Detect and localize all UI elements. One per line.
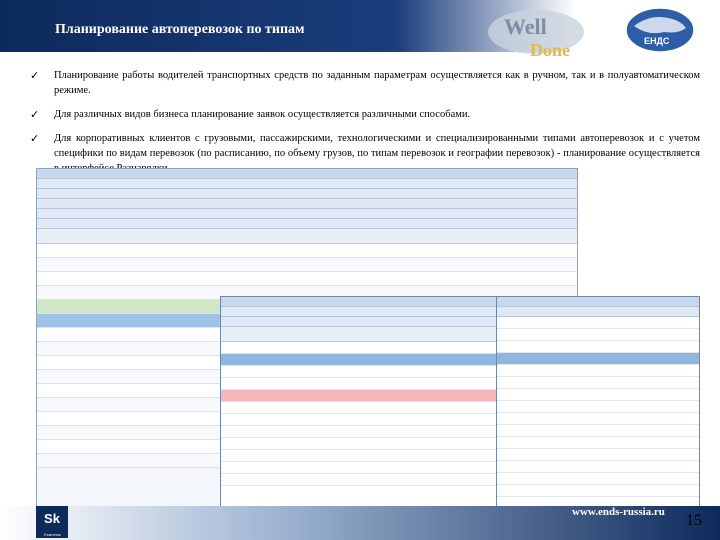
website-url: www.ends-russia.ru [572, 506, 665, 518]
transport-tree-screenshot [496, 296, 700, 514]
slide-header: Планирование автоперевозок по типам [0, 0, 720, 52]
grid-header [221, 327, 521, 342]
tree-row [497, 401, 699, 413]
tree-row [497, 461, 699, 473]
bullet-item: ✓ Для различных видов бизнеса планирован… [30, 107, 700, 122]
toolbar [497, 307, 699, 317]
slide-title: Планирование автоперевозок по типам [55, 22, 305, 37]
tree-row [497, 425, 699, 437]
svg-text:Done: Done [530, 40, 570, 60]
tab-row [37, 209, 577, 219]
ends-logo: ЕНДС [625, 7, 695, 53]
check-icon: ✓ [30, 69, 40, 82]
grid-header [37, 229, 577, 244]
grid-row [221, 438, 521, 450]
check-icon: ✓ [30, 132, 40, 145]
tree-row [497, 389, 699, 401]
grid-row [37, 272, 577, 286]
grid-row [221, 414, 521, 426]
grid-row [221, 402, 521, 414]
tree-row [497, 437, 699, 449]
tree-row [497, 353, 699, 365]
command-bar [37, 219, 577, 229]
bullet-item: ✓ Планирование работы водителей транспор… [30, 68, 700, 98]
tree-row [497, 329, 699, 341]
grid-row [221, 366, 521, 378]
grid-row [221, 390, 521, 402]
grid-row [221, 474, 521, 486]
window-titlebar [497, 297, 699, 307]
filter-row [37, 189, 577, 199]
grid-row [37, 244, 577, 258]
skolkovo-logo: Sk Участник [36, 506, 68, 538]
tree-row [497, 485, 699, 497]
toolbar [221, 307, 521, 317]
grid-row [221, 378, 521, 390]
grid-row [221, 342, 521, 354]
welldone-logo: Well Done [488, 10, 584, 60]
window-titlebar [37, 169, 577, 179]
check-icon: ✓ [30, 108, 40, 121]
tree-row [497, 365, 699, 377]
grid-row [221, 426, 521, 438]
window-titlebar [221, 297, 521, 307]
tree-row [497, 449, 699, 461]
filter-row [37, 199, 577, 209]
grid-row [37, 258, 577, 272]
filter-row [221, 317, 521, 327]
bullet-text: Планирование работы водителей транспортн… [54, 70, 700, 96]
toolbar [37, 179, 577, 189]
tree-row [497, 317, 699, 329]
tree-row [497, 341, 699, 353]
tree-row [497, 473, 699, 485]
tree-row [497, 377, 699, 389]
grid-row [221, 450, 521, 462]
assignment-screenshot [220, 296, 522, 514]
svg-text:Well: Well [504, 14, 547, 39]
svg-text:ЕНДС: ЕНДС [644, 36, 670, 46]
page-number: 15 [686, 512, 702, 529]
grid-row [221, 462, 521, 474]
tree-row [497, 413, 699, 425]
grid-row [221, 354, 521, 366]
bullet-text: Для различных видов бизнеса планирование… [54, 109, 471, 120]
